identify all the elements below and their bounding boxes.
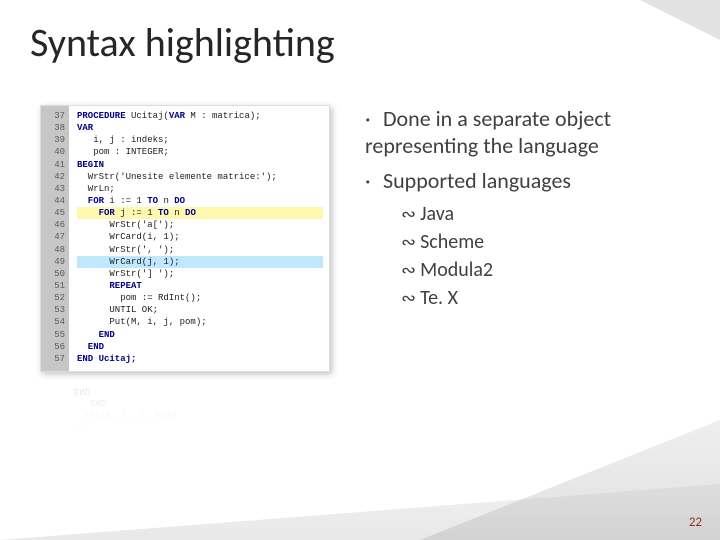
- code-line: PROCEDURE Ucitaj(VAR M : matrica);: [77, 111, 261, 121]
- line-number: 43: [41, 183, 65, 195]
- line-number: 39: [41, 134, 65, 146]
- line-number: 57: [41, 353, 65, 365]
- infinity-bullet-icon: ∾: [401, 260, 416, 280]
- line-number: 38: [41, 122, 65, 134]
- bullet-list: ·Done in a separate object representing …: [355, 105, 680, 454]
- bullet-dot-icon: ·: [365, 167, 383, 194]
- line-number: 45: [41, 207, 65, 219]
- code-line: FOR i := 1 TO n DO: [77, 196, 185, 206]
- code-source: PROCEDURE Ucitaj(VAR M : matrica); VAR i…: [69, 106, 329, 371]
- code-line: Put(M, i, j, pom);: [77, 317, 207, 327]
- sub-bullet-item: ∾Java: [401, 202, 680, 226]
- code-line: END Ucitaj;: [77, 354, 136, 364]
- line-number: 50: [41, 268, 65, 280]
- line-number: 48: [41, 244, 65, 256]
- code-reflection: END {CPS2}; END END Lec(K' r' i' kom) EN…: [40, 374, 330, 454]
- bullet-item: ·Supported languages: [365, 167, 680, 194]
- highlight-yellow: FOR j := 1 TO n DO: [77, 207, 323, 219]
- code-line: WrStr('Unesite elemente matrice:');: [77, 172, 277, 182]
- infinity-bullet-icon: ∾: [401, 204, 416, 224]
- infinity-bullet-icon: ∾: [401, 232, 416, 252]
- line-number: 54: [41, 316, 65, 328]
- code-line: WrCard(i, 1);: [77, 232, 180, 242]
- code-line: pom : INTEGER;: [77, 147, 169, 157]
- sub-bullet-item: ∾Te. X: [401, 286, 680, 310]
- line-number: 40: [41, 146, 65, 158]
- line-number: 52: [41, 292, 65, 304]
- code-line: END: [77, 342, 104, 352]
- code-column: 37 38 39 40 41 42 43 44 45 46 47 48 49 5…: [40, 105, 330, 454]
- sub-bullet-text: Java: [420, 202, 454, 226]
- code-line: WrStr(', ');: [77, 245, 174, 255]
- line-number: 49: [41, 256, 65, 268]
- line-number: 41: [41, 159, 65, 171]
- sub-bullet-text: Te. X: [420, 286, 458, 310]
- content-row: 37 38 39 40 41 42 43 44 45 46 47 48 49 5…: [40, 105, 680, 454]
- line-number: 51: [41, 280, 65, 292]
- sub-bullet-text: Scheme: [420, 230, 484, 254]
- sub-bullet-list: ∾Java ∾Scheme ∾Modula2 ∾Te. X: [355, 202, 680, 310]
- line-number: 53: [41, 304, 65, 316]
- bullet-dot-icon: ·: [365, 105, 383, 132]
- code-line: VAR: [77, 123, 93, 133]
- code-line: i, j : indeks;: [77, 135, 169, 145]
- bullet-text: Supported languages: [383, 167, 571, 194]
- code-line: WrStr('] ');: [77, 269, 174, 279]
- decor-corner-top-right: [640, 0, 720, 40]
- infinity-bullet-icon: ∾: [401, 288, 416, 308]
- line-number: 37: [41, 110, 65, 122]
- line-number: 47: [41, 231, 65, 243]
- code-line: WrStr('a[');: [77, 220, 174, 230]
- code-line: END: [77, 330, 115, 340]
- code-line: REPEAT: [77, 281, 142, 291]
- line-number: 55: [41, 329, 65, 341]
- line-number: 46: [41, 219, 65, 231]
- code-line: BEGIN: [77, 160, 104, 170]
- line-number: 44: [41, 195, 65, 207]
- bullet-text: Done in a separate object representing t…: [365, 105, 611, 159]
- page-title: Syntax highlighting: [30, 18, 335, 67]
- sub-bullet-text: Modula2: [420, 258, 493, 282]
- sub-bullet-item: ∾Modula2: [401, 258, 680, 282]
- bullet-item: ·Done in a separate object representing …: [365, 105, 680, 159]
- highlight-blue: WrCard(j, 1);: [77, 256, 323, 268]
- code-screenshot: 37 38 39 40 41 42 43 44 45 46 47 48 49 5…: [40, 105, 330, 372]
- line-number: 42: [41, 171, 65, 183]
- line-number: 56: [41, 341, 65, 353]
- slide: Syntax highlighting 37 38 39 40 41 42 43…: [0, 0, 720, 540]
- code-line: pom := RdInt();: [77, 293, 201, 303]
- page-number: 22: [689, 515, 702, 530]
- sub-bullet-item: ∾Scheme: [401, 230, 680, 254]
- code-line: WrLn;: [77, 184, 115, 194]
- line-number-gutter: 37 38 39 40 41 42 43 44 45 46 47 48 49 5…: [41, 106, 69, 371]
- code-line: UNTIL OK;: [77, 305, 158, 315]
